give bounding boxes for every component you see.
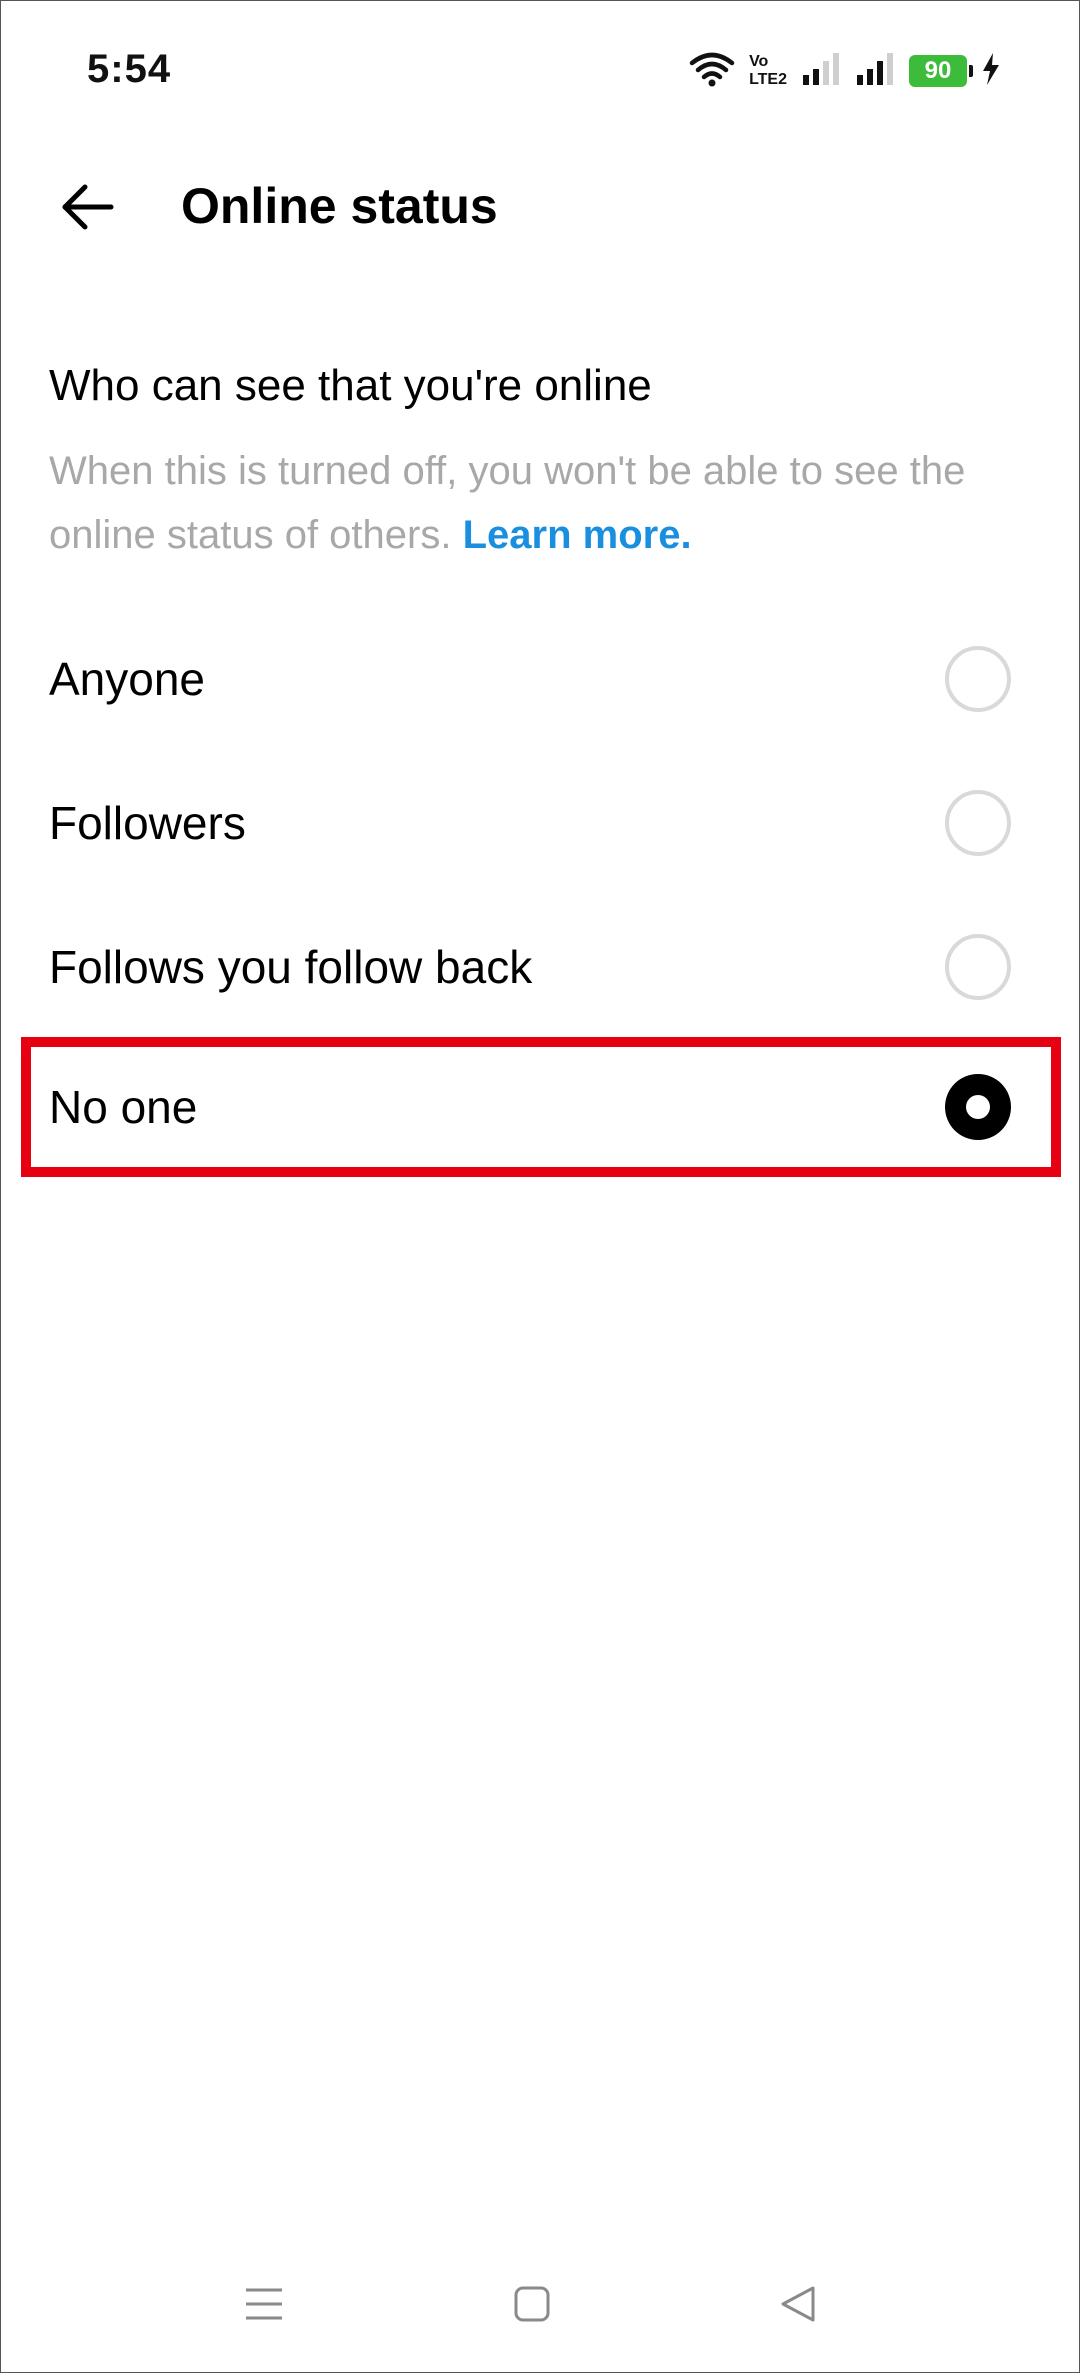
volte-icon: Vo LTE2	[749, 53, 787, 89]
learn-more-link[interactable]: Learn more.	[463, 513, 692, 557]
radio-button-selected[interactable]	[945, 1074, 1011, 1140]
option-label: Followers	[49, 797, 246, 849]
page-title: Online status	[181, 178, 498, 234]
system-navigation-bar	[1, 2251, 1080, 2361]
volte-bottom-label: LTE2	[749, 71, 787, 88]
radio-dot	[966, 1095, 990, 1119]
option-label: Anyone	[49, 653, 206, 705]
radio-button[interactable]	[945, 934, 1011, 1000]
status-bar: 5:54 Vo LTE2 90	[1, 1, 1080, 141]
status-icons: Vo LTE2 90	[689, 49, 1001, 93]
option-label: No one	[49, 1081, 198, 1133]
option-follows-you-follow-back[interactable]: Follows you follow back	[21, 897, 1061, 1037]
screen: 5:54 Vo LTE2 90 Online status Who can se…	[0, 0, 1080, 2373]
top-app-bar: Online status	[1, 141, 1080, 271]
option-followers[interactable]: Followers	[21, 753, 1061, 893]
section-description: When this is turned off, you won't be ab…	[49, 439, 1029, 567]
volte-top-label: Vo	[749, 53, 769, 70]
charging-icon	[981, 52, 1001, 91]
system-back-button[interactable]	[763, 2271, 833, 2341]
back-triangle-icon	[779, 2285, 817, 2328]
radio-button[interactable]	[945, 790, 1011, 856]
section-heading: Who can see that you're online	[49, 361, 652, 410]
signal-icon	[855, 51, 895, 92]
back-arrow-icon	[59, 183, 115, 236]
menu-icon	[244, 2286, 284, 2327]
battery-icon: 90	[909, 55, 973, 87]
radio-button[interactable]	[945, 646, 1011, 712]
home-button[interactable]	[497, 2271, 567, 2341]
back-button[interactable]	[45, 167, 129, 251]
option-anyone[interactable]: Anyone	[21, 609, 1061, 749]
wifi-icon	[689, 51, 735, 92]
signal-icon	[801, 51, 841, 92]
option-label: Follows you follow back	[49, 941, 533, 993]
recents-button[interactable]	[229, 2271, 299, 2341]
status-time: 5:54	[87, 47, 172, 91]
option-no-one[interactable]: No one	[21, 1037, 1061, 1177]
home-square-icon	[514, 2286, 550, 2327]
